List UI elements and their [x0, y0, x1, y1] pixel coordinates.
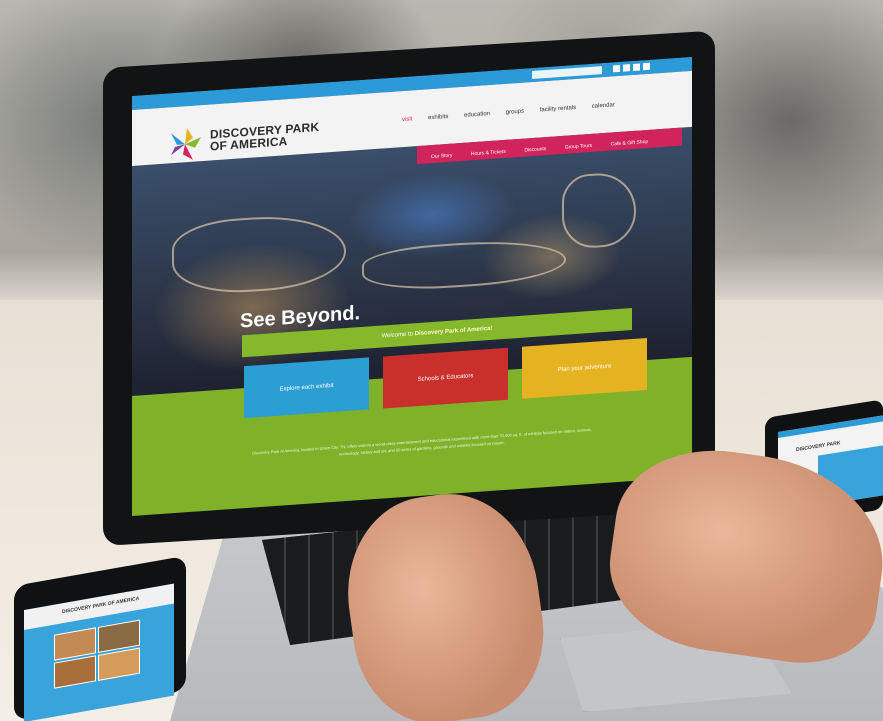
phone-image-tile: [98, 647, 140, 681]
tablet-site-title: DISCOVERY PARK: [796, 440, 841, 454]
tile-explore-exhibits[interactable]: Explore each exhibit: [244, 357, 369, 419]
welcome-name: Discovery Park of America!: [414, 325, 493, 338]
social-icon[interactable]: [623, 64, 630, 72]
welcome-prefix: Welcome to: [381, 331, 414, 340]
logo-icon: [171, 128, 201, 160]
dinosaur-skeleton: [172, 211, 346, 298]
phone-image-tile: [54, 655, 96, 689]
tile-schools-educators[interactable]: Schools & Educators: [383, 347, 508, 409]
logo-text[interactable]: DISCOVERY PARK OF AMERICA: [210, 120, 319, 154]
submenu-our-story[interactable]: Our Story: [431, 153, 452, 160]
social-icon[interactable]: [613, 64, 620, 73]
laptop-screen: Discovery Park of America, located in Un…: [132, 56, 692, 517]
submenu-discounts[interactable]: Discounts: [524, 146, 546, 154]
website: Discovery Park of America, located in Un…: [132, 56, 692, 517]
tile-plan-adventure[interactable]: Plan your adventure: [522, 337, 647, 399]
dinosaur-skeleton: [562, 170, 636, 250]
nav-groups[interactable]: groups: [506, 109, 524, 116]
submenu-cafe-gift-shop[interactable]: Cafe & Gift Shop: [611, 139, 649, 148]
submenu-group-tours[interactable]: Group Tours: [565, 143, 592, 151]
nav-visit[interactable]: visit: [402, 116, 412, 123]
submenu-hours-tickets[interactable]: Hours & Tickets: [471, 149, 506, 157]
social-icon[interactable]: [643, 62, 650, 71]
dinosaur-skeleton: [362, 235, 566, 294]
social-icon[interactable]: [633, 63, 640, 71]
about-text: Discovery Park of America, located in Un…: [252, 426, 592, 457]
photo-background: DISCOVERY PARK Discovery Park of America…: [0, 0, 883, 721]
